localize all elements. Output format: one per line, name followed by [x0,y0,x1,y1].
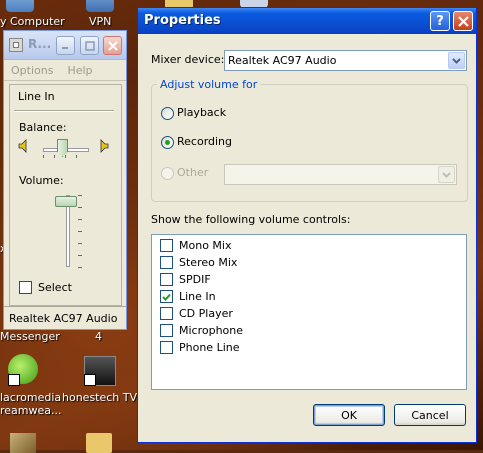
playback-radio-label[interactable]: Playback [177,106,226,119]
list-item-label: Line In [179,290,216,303]
maximize-button[interactable] [80,36,99,55]
list-item-label: SPDIF [179,273,211,286]
playback-radio[interactable] [161,107,174,120]
chevron-down-icon [442,171,451,178]
list-item[interactable]: Microphone [160,324,243,337]
minimize-button[interactable] [56,36,75,55]
balance-slider-ticks [43,155,87,158]
desktop-label-vpn[interactable]: VPN [89,15,111,28]
select-checkbox[interactable] [19,281,32,294]
dropdown-arrow-button[interactable] [448,52,465,69]
volume-slider-thumb[interactable] [55,196,77,207]
balance-label: Balance: [19,121,67,134]
list-item[interactable]: Phone Line [160,341,240,354]
desktop-label-messenger[interactable]: Messenger [0,330,60,343]
list-item-label: Phone Line [179,341,240,354]
checkbox-cd-player[interactable] [160,307,173,320]
checkbox-microphone[interactable] [160,324,173,337]
folder-icon[interactable] [86,433,112,453]
dialog-title: Properties [144,13,221,28]
mixer-status-bar: Realtek AC97 Audio [4,306,126,329]
mixer-titlebar[interactable]: R... [4,31,126,60]
channel-title: Line In [18,90,55,103]
volume-mixer-window: R... Options Help Line In Balance: Volum… [3,30,127,330]
help-button[interactable]: ? [430,11,450,31]
menu-options[interactable]: Options [4,64,60,77]
recording-radio-label[interactable]: Recording [177,135,232,148]
dialog-close-button[interactable] [453,11,473,31]
maximize-icon [84,40,95,51]
cancel-button-label: Cancel [411,408,449,422]
ok-button-label: OK [341,408,357,422]
other-radio-label[interactable]: Other [177,166,208,179]
desktop-label-macromedia[interactable]: lacromedia [0,391,61,404]
select-checkbox-row[interactable]: Select [19,281,72,294]
mixer-window-title: R... [28,37,52,51]
checkbox-line-in[interactable] [160,290,173,303]
channel-divider [14,110,114,112]
adjust-volume-group-label: Adjust volume for [157,78,261,91]
select-label: Select [38,281,72,294]
ok-button[interactable]: OK [313,404,385,426]
checkbox-phone-line[interactable] [160,341,173,354]
checkbox-spdif[interactable] [160,273,173,286]
list-item[interactable]: Mono Mix [160,239,231,252]
mixer-device-value: Realtek AC97 Audio [228,54,337,67]
dialog-titlebar[interactable]: Properties ? [138,8,476,34]
pencil-icon[interactable] [10,433,36,453]
dropdown-arrow-button[interactable] [438,166,455,183]
volume-controls-label: Show the following volume controls: [151,213,351,226]
volume-slider-ticks [78,195,82,269]
list-item-label: Microphone [179,324,244,337]
help-icon: ? [436,13,444,29]
other-radio[interactable] [161,167,174,180]
list-item[interactable]: Stereo Mix [160,256,237,269]
close-icon [457,15,469,27]
checkbox-mono-mix[interactable] [160,239,173,252]
desktop-label-dreamweaver[interactable]: reamwea... [0,404,62,417]
list-item-label: Stereo Mix [179,256,238,269]
status-device-name: Realtek AC97 Audio [9,311,118,325]
list-item-label: CD Player [179,307,233,320]
checkmark-icon [162,293,171,301]
shortcut-arrow-icon [84,374,96,386]
minimize-icon [62,47,68,49]
other-device-dropdown[interactable] [224,164,457,185]
mixer-app-icon [9,38,23,52]
mixer-device-dropdown[interactable]: Realtek AC97 Audio [224,50,467,71]
mixer-close-button[interactable] [103,36,122,55]
volume-controls-list[interactable]: Mono Mix Stereo Mix SPDIF Line In CD Pla… [151,234,467,390]
desktop-label-honestech[interactable]: honestech TVR [62,391,145,404]
recording-radio[interactable] [161,136,174,149]
speaker-right-icon [100,139,109,153]
properties-dialog: Properties ? Mixer device: Realtek AC97 … [137,7,477,443]
chevron-down-icon [452,57,461,64]
mixer-menubar: Options Help [4,60,126,81]
list-item[interactable]: CD Player [160,307,233,320]
volume-label: Volume: [19,174,64,187]
mixer-device-label: Mixer device: [151,53,225,66]
desktop-label-4[interactable]: 4 [95,330,102,343]
shortcut-arrow-icon [8,374,20,386]
speaker-left-icon [18,139,27,153]
cancel-button[interactable]: Cancel [394,404,466,426]
checkbox-stereo-mix[interactable] [160,256,173,269]
menu-help[interactable]: Help [60,64,99,77]
desktop-label-my-computer[interactable]: y Computer [0,15,65,28]
vpn-icon[interactable] [86,0,114,12]
my-computer-icon[interactable] [6,0,34,12]
list-item[interactable]: Line In [160,290,216,303]
close-icon [107,40,118,51]
list-item[interactable]: SPDIF [160,273,211,286]
list-item-label: Mono Mix [179,239,232,252]
